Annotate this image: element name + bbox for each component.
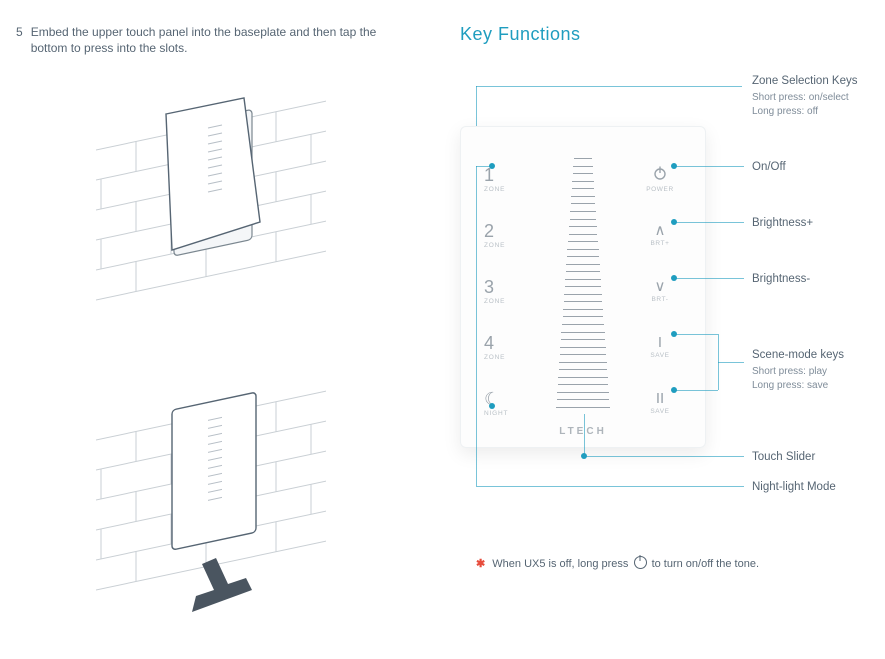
zone-vertical-line bbox=[476, 166, 477, 406]
scene-1-glyph: I bbox=[658, 335, 662, 350]
zone-key-3[interactable]: 3 ZONE bbox=[484, 264, 528, 320]
power-sub: POWER bbox=[646, 186, 674, 195]
footnote: ✱ When UX5 is off, long press to turn on… bbox=[476, 556, 759, 572]
power-icon bbox=[652, 165, 668, 184]
power-label: On/Off bbox=[752, 160, 885, 176]
brand-logo: LTECH bbox=[460, 425, 706, 439]
touch-panel: 1 ZONE 2 ZONE 3 ZONE 4 ZONE bbox=[460, 126, 706, 448]
slider-label: Touch Slider bbox=[752, 450, 885, 466]
brt-up-label-title: Brightness+ bbox=[752, 216, 885, 232]
key-functions-stage: 1 ZONE 2 ZONE 3 ZONE 4 ZONE bbox=[460, 126, 880, 566]
step-number: 5 bbox=[16, 24, 23, 56]
zone-key-4[interactable]: 4 ZONE bbox=[484, 320, 528, 376]
scene-label-title: Scene-mode keys bbox=[752, 348, 885, 364]
chevron-down-icon: ∨ bbox=[655, 279, 666, 294]
power-label-title: On/Off bbox=[752, 160, 885, 176]
zone-label: Zone Selection Keys Short press: on/sele… bbox=[752, 74, 885, 119]
key-functions-title: Key Functions bbox=[460, 22, 880, 46]
scene-label: Scene-mode keys Short press: play Long p… bbox=[752, 348, 885, 393]
slider-label-title: Touch Slider bbox=[752, 450, 885, 466]
night-lead-v bbox=[476, 406, 477, 486]
note-pre: When UX5 is off, long press bbox=[492, 558, 628, 570]
night-sub: NIGHT bbox=[484, 410, 508, 419]
press-arrow-icon bbox=[192, 558, 252, 612]
scene-key-1[interactable]: I SAVE bbox=[638, 320, 682, 376]
asterisk-icon: ✱ bbox=[476, 558, 485, 570]
zone-key-2[interactable]: 2 ZONE bbox=[484, 208, 528, 264]
install-step: 5 Embed the upper touch panel into the b… bbox=[16, 24, 396, 56]
scene-label-sub1: Short press: play bbox=[752, 366, 885, 379]
zone-2-sub: ZONE bbox=[484, 242, 505, 251]
scene-2-sub: SAVE bbox=[650, 408, 669, 417]
note-post: to turn on/off the tone. bbox=[652, 558, 759, 570]
install-illustration-bottom bbox=[96, 380, 326, 640]
panel-left-column: 1 ZONE 2 ZONE 3 ZONE 4 ZONE bbox=[484, 152, 528, 432]
scene-1-sub: SAVE bbox=[650, 352, 669, 361]
install-illustration-top bbox=[96, 90, 326, 320]
power-icon-inline bbox=[634, 556, 647, 569]
brt-up-label: Brightness+ bbox=[752, 216, 885, 232]
slider-lead-v bbox=[584, 414, 585, 456]
zone-label-sub2: Long press: off bbox=[752, 106, 885, 119]
right-column: Key Functions 1 ZONE 2 ZONE bbox=[460, 22, 880, 566]
night-label-title: Night-light Mode bbox=[752, 480, 885, 496]
scene-2-glyph: II bbox=[656, 391, 664, 406]
left-column: 5 Embed the upper touch panel into the b… bbox=[16, 24, 436, 56]
power-key[interactable]: POWER bbox=[638, 152, 682, 208]
chevron-up-icon: ∧ bbox=[655, 223, 666, 238]
zone-label-sub1: Short press: on/select bbox=[752, 92, 885, 105]
zone-key-1[interactable]: 1 ZONE bbox=[484, 152, 528, 208]
brt-dn-label-title: Brightness- bbox=[752, 272, 885, 288]
brightness-down-key[interactable]: ∨ BRT- bbox=[638, 264, 682, 320]
scene-label-sub2: Long press: save bbox=[752, 380, 885, 393]
zone-1-sub: ZONE bbox=[484, 186, 505, 195]
brightness-up-key[interactable]: ∧ BRT+ bbox=[638, 208, 682, 264]
night-label: Night-light Mode bbox=[752, 480, 885, 496]
zone-3-sub: ZONE bbox=[484, 298, 505, 307]
page: 5 Embed the upper touch panel into the b… bbox=[0, 0, 885, 659]
step-text: Embed the upper touch panel into the bas… bbox=[31, 24, 396, 56]
zone-label-title: Zone Selection Keys bbox=[752, 74, 885, 90]
zone-4-sub: ZONE bbox=[484, 354, 505, 363]
brt-up-sub: BRT+ bbox=[650, 240, 669, 249]
brt-dn-label: Brightness- bbox=[752, 272, 885, 288]
zone-2-glyph: 2 bbox=[484, 222, 494, 240]
brt-dn-sub: BRT- bbox=[651, 296, 668, 305]
touch-slider[interactable] bbox=[556, 158, 610, 408]
zone-4-glyph: 4 bbox=[484, 334, 494, 352]
zone-3-glyph: 3 bbox=[484, 278, 494, 296]
